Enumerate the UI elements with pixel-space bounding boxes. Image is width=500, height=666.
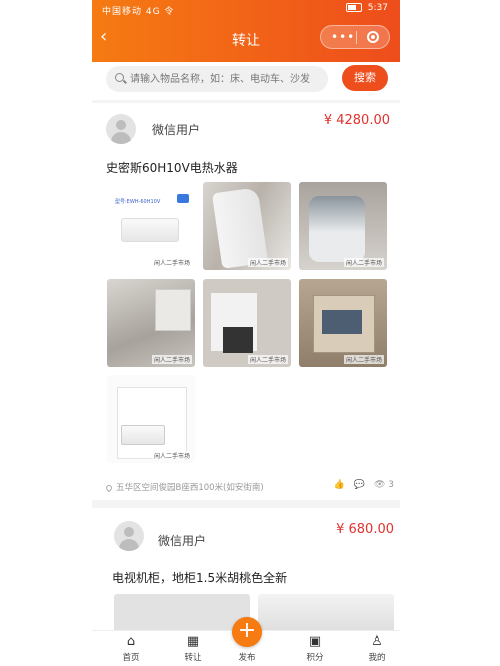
- photo-watermark: 闲人二手市场: [151, 451, 192, 460]
- avatar: [114, 521, 144, 551]
- search-icon: [115, 73, 124, 82]
- close-miniprogram-button[interactable]: [367, 31, 379, 43]
- capsule-divider: [356, 31, 357, 44]
- comment-icon[interactable]: 💬: [354, 480, 365, 490]
- location-text: 五华区空间俊园B座西100米(如安街南): [116, 483, 264, 493]
- search-button[interactable]: 搜索: [342, 65, 388, 91]
- tab-home[interactable]: ⌂ 首页: [106, 633, 156, 663]
- photo-watermark: 闲人二手市场: [343, 355, 384, 364]
- status-bar: 中国移动 4G 令 5:37: [92, 0, 400, 18]
- packing-box-image: [313, 295, 375, 353]
- photo-watermark: 闲人二手市场: [343, 258, 384, 267]
- listing-username: 微信用户: [158, 534, 207, 548]
- bottom-tab-bar: ⌂ 首页 ▦ 转让 + 发布 ▣ 积分 ♙ 我的: [92, 617, 400, 666]
- tab-publish-label[interactable]: 发布: [222, 651, 272, 663]
- listing-photo[interactable]: 型号:EWH-60H10V 闲人二手市场: [107, 182, 195, 270]
- spec-sheet-image: [117, 387, 187, 459]
- view-icon: 👁: [373, 480, 386, 490]
- tab-points[interactable]: ▣ 积分: [290, 633, 340, 663]
- photo-capacity-badge: [177, 194, 189, 203]
- search-box[interactable]: [106, 66, 328, 92]
- home-icon: ⌂: [126, 634, 136, 649]
- user-icon: ♙: [371, 634, 383, 649]
- grid-icon: ▦: [186, 634, 200, 649]
- tab-home-label: 首页: [122, 653, 140, 663]
- water-heater-image: [155, 289, 191, 331]
- listing-title: 史密斯60H10V电热水器: [106, 161, 238, 175]
- listing-price: ¥ 680.00: [336, 522, 394, 537]
- listing-photo[interactable]: 闲人二手市场: [299, 182, 387, 270]
- listing-photo[interactable]: [258, 594, 394, 634]
- listing-card[interactable]: 微信用户 ¥ 680.00 电视机柜，地柜1.5米胡桃色全新: [92, 508, 400, 634]
- app-header: 中国移动 4G 令 5:37 ‹ 转让 •••: [92, 0, 400, 62]
- status-time: 5:37: [367, 3, 388, 13]
- tab-transfer[interactable]: ▦ 转让: [168, 633, 218, 663]
- publish-button[interactable]: +: [232, 617, 262, 647]
- listing-photo[interactable]: 闲人二手市场: [203, 279, 291, 367]
- location-pin-icon: [104, 483, 114, 492]
- energy-label-image: [223, 327, 253, 353]
- photo-watermark: 闲人二手市场: [247, 355, 288, 364]
- water-heater-image: [309, 196, 365, 262]
- photo-watermark: 闲人二手市场: [151, 355, 192, 364]
- photo-watermark: 闲人二手市场: [247, 258, 288, 267]
- listing-photo[interactable]: 闲人二手市场: [203, 182, 291, 270]
- carrier-signal: 中国移动 4G 令: [102, 7, 175, 17]
- tab-transfer-label: 转让: [184, 653, 202, 663]
- photo-model-label: 型号:EWH-60H10V: [115, 199, 161, 205]
- photo-watermark: 闲人二手市场: [151, 258, 192, 267]
- like-icon[interactable]: 👍: [334, 480, 345, 490]
- tab-points-label: 积分: [306, 653, 324, 663]
- listing-title: 电视机柜，地柜1.5米胡桃色全新: [112, 571, 288, 585]
- listing-location: 五华区空间俊园B座西100米(如安街南): [104, 481, 264, 493]
- water-heater-image: [211, 187, 269, 269]
- phone-screen: 中国移动 4G 令 5:37 ‹ 转让 ••• 搜索 微信用户 ¥ 4280.0…: [92, 0, 400, 666]
- view-count: 3: [388, 480, 394, 490]
- listing-stats: 👍 💬 👁 3: [334, 480, 394, 490]
- water-heater-image: [121, 425, 165, 445]
- more-menu-button[interactable]: •••: [331, 30, 355, 44]
- listing-photo[interactable]: 闲人二手市场: [107, 375, 195, 463]
- battery-icon: [345, 3, 362, 12]
- search-input[interactable]: [130, 70, 320, 88]
- listing-card[interactable]: 微信用户 ¥ 4280.00 史密斯60H10V电热水器 型号:EWH-60H1…: [92, 103, 400, 500]
- tab-mine[interactable]: ♙ 我的: [352, 633, 400, 663]
- listing-photo[interactable]: [114, 594, 250, 634]
- avatar: [106, 114, 136, 144]
- search-bar: 搜索: [92, 62, 400, 100]
- calendar-icon: ▣: [308, 634, 322, 649]
- tab-mine-label: 我的: [368, 653, 386, 663]
- listing-photo[interactable]: 闲人二手市场: [107, 279, 195, 367]
- listing-photo[interactable]: 闲人二手市场: [299, 279, 387, 367]
- listing-price: ¥ 4280.00: [323, 113, 390, 128]
- water-heater-image: [121, 218, 179, 242]
- listing-username: 微信用户: [152, 123, 201, 137]
- miniprogram-capsule: •••: [320, 25, 390, 49]
